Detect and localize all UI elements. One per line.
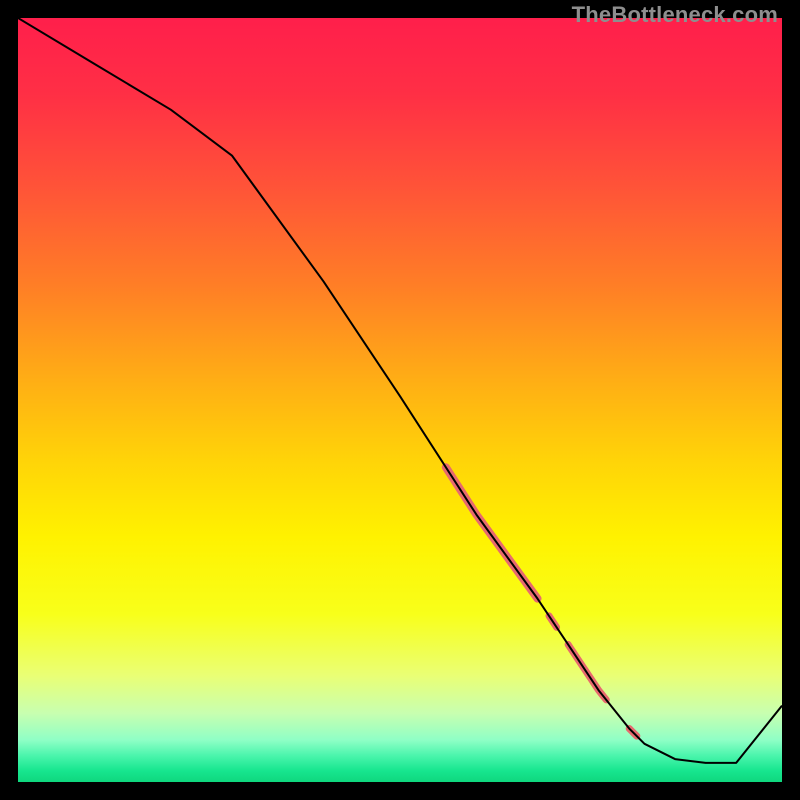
gradient-bg — [18, 18, 782, 782]
bottleneck-plot — [18, 18, 782, 782]
watermark-text: TheBottleneck.com — [572, 2, 778, 28]
